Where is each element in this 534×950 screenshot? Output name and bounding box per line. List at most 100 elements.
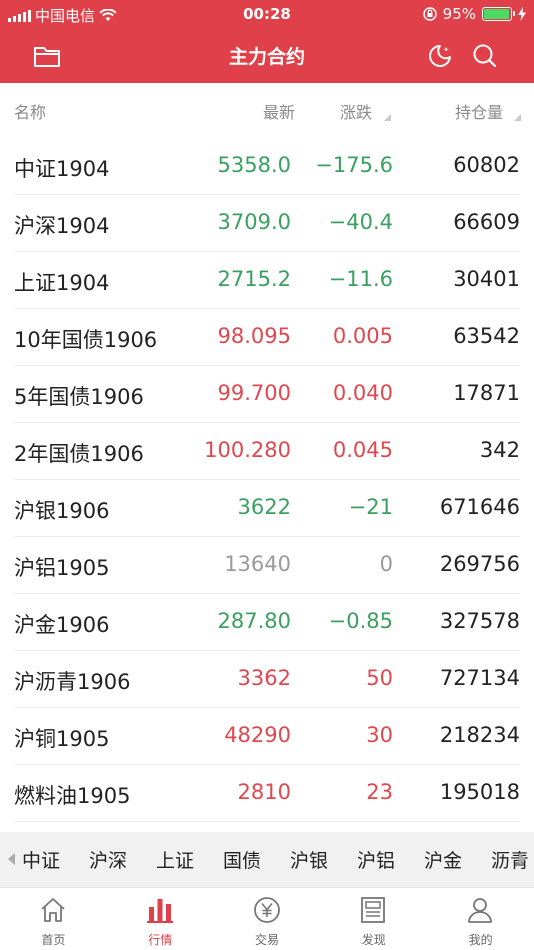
contract-row[interactable]: 2年国债1906 100.280 0.045 342 — [0, 423, 534, 480]
category-item[interactable]: 沪深 — [89, 846, 156, 873]
tab-discover[interactable]: 发现 — [320, 888, 427, 950]
search-icon[interactable] — [469, 40, 501, 72]
moon-icon[interactable] — [424, 40, 456, 72]
col-name-label[interactable]: 名称 — [14, 99, 46, 123]
category-item[interactable]: 国债 — [223, 846, 290, 873]
contract-open-interest: 269756 — [439, 552, 520, 576]
charging-icon — [518, 7, 526, 21]
category-item[interactable]: 沪铝 — [357, 846, 424, 873]
contract-open-interest: 60802 — [453, 153, 520, 177]
contract-change: 0.005 — [332, 324, 393, 348]
contract-change: −21 — [348, 495, 393, 519]
contract-price: 3622 — [237, 495, 291, 519]
contract-price: 48290 — [224, 723, 291, 747]
contract-name: 中证1904 — [14, 157, 110, 181]
contract-price: 3362 — [237, 666, 291, 690]
contract-row[interactable]: 沪铝1905 13640 0 269756 — [0, 537, 534, 594]
contract-list: 中证1904 5358.0 −175.6 60802 沪深1904 3709.0 −40.4… — [0, 138, 534, 822]
contract-price: 99.700 — [217, 381, 291, 405]
category-item[interactable]: 上证 — [156, 846, 223, 873]
contract-row[interactable]: 沪银1906 3622 −21 671646 — [0, 480, 534, 537]
contract-open-interest: 195018 — [439, 780, 520, 804]
contract-open-interest: 327578 — [439, 609, 520, 633]
contract-price: 13640 — [224, 552, 291, 576]
contract-row[interactable]: 沪深1904 3709.0 −40.4 66609 — [0, 195, 534, 252]
contract-open-interest: 63542 — [453, 324, 520, 348]
home-icon — [41, 898, 65, 922]
navbar: 主力合约 — [0, 28, 534, 83]
contract-open-interest: 17871 — [453, 381, 520, 405]
category-item[interactable]: 沪银 — [290, 846, 357, 873]
contract-change: −40.4 — [328, 210, 393, 234]
contract-name: 10年国债1906 — [14, 328, 158, 352]
tab-discover-label: 发现 — [361, 933, 386, 947]
battery-icon — [482, 7, 515, 21]
category-item[interactable]: 沪金 — [424, 846, 491, 873]
contract-open-interest: 218234 — [439, 723, 520, 747]
category-item[interactable]: 沥青 — [491, 846, 534, 873]
profile-icon — [468, 898, 493, 923]
contract-row[interactable]: 燃料油1905 2810 23 195018 — [0, 765, 534, 822]
status-right: 95% — [422, 5, 526, 23]
contract-price: 2810 — [237, 780, 291, 804]
tab-market[interactable]: 行情 — [107, 888, 214, 950]
tab-trade-label: 交易 — [254, 933, 279, 947]
contract-price: 287.80 — [217, 609, 291, 633]
contract-change: 30 — [366, 723, 393, 747]
market-chart-icon — [146, 899, 173, 923]
contract-name: 沪深1904 — [14, 214, 110, 238]
col-price-label[interactable]: 最新 — [263, 99, 295, 123]
header: 中国电信 00:28 95% 主力合约 — [0, 0, 534, 83]
contract-name: 燃料油1905 — [14, 784, 131, 808]
scroll-left-icon[interactable] — [8, 853, 15, 865]
col-change-label[interactable]: 涨跌 — [340, 99, 372, 123]
contract-row[interactable]: 上证1904 2715.2 −11.6 30401 — [0, 252, 534, 309]
contract-row[interactable]: 沪铜1905 48290 30 218234 — [0, 708, 534, 765]
contract-row[interactable]: 5年国债1906 99.700 0.040 17871 — [0, 366, 534, 423]
contract-price: 5358.0 — [217, 153, 291, 177]
contract-open-interest: 66609 — [453, 210, 520, 234]
tab-home-label: 首页 — [41, 933, 66, 947]
contract-change: 50 — [366, 666, 393, 690]
contract-name: 沪铝1905 — [14, 556, 110, 580]
contract-name: 5年国债1906 — [14, 385, 144, 409]
contract-open-interest: 671646 — [439, 495, 520, 519]
column-header: 名称 最新 涨跌 持仓量 — [0, 83, 534, 135]
contract-change: −175.6 — [315, 153, 393, 177]
contract-row[interactable]: 中证1904 5358.0 −175.6 60802 — [0, 138, 534, 195]
contract-price: 100.280 — [204, 438, 291, 462]
col-oi-label[interactable]: 持仓量 — [455, 99, 503, 123]
contract-open-interest: 30401 — [453, 267, 520, 291]
contract-name: 沪金1906 — [14, 613, 110, 637]
contract-change: 0.045 — [332, 438, 393, 462]
scroll-right-icon[interactable] — [519, 853, 526, 865]
tab-mine[interactable]: 我的 — [427, 888, 534, 950]
tab-trade[interactable]: 交易 — [214, 888, 321, 950]
tab-home[interactable]: 首页 — [0, 888, 107, 950]
contract-change: 0.040 — [332, 381, 393, 405]
news-icon — [361, 897, 386, 923]
yuan-coin-icon — [253, 897, 280, 923]
battery-percent: 95% — [442, 5, 476, 23]
contract-change: −0.85 — [328, 609, 393, 633]
contract-price: 3709.0 — [217, 210, 291, 234]
contract-open-interest: 342 — [479, 438, 520, 462]
contract-row[interactable]: 10年国债1906 98.095 0.005 63542 — [0, 309, 534, 366]
contract-change: −11.6 — [328, 267, 393, 291]
status-bar: 中国电信 00:28 95% — [0, 0, 534, 28]
contract-price: 98.095 — [217, 324, 291, 348]
contract-name: 沪沥青1906 — [14, 670, 131, 694]
contract-open-interest: 727134 — [439, 666, 520, 690]
category-items: 中证 沪深 上证 国债 沪银 沪铝 沪金 沥青 — [22, 846, 534, 873]
rotation-lock-icon — [422, 7, 437, 21]
tab-mine-label: 我的 — [468, 933, 493, 947]
contract-change: 0 — [379, 552, 393, 576]
contract-row[interactable]: 沪金1906 287.80 −0.85 327578 — [0, 594, 534, 651]
contract-name: 2年国债1906 — [14, 442, 144, 466]
oi-sort-icon[interactable] — [514, 114, 521, 121]
contract-row[interactable]: 沪沥青1906 3362 50 727134 — [0, 651, 534, 708]
category-item[interactable]: 中证 — [22, 846, 89, 873]
contract-change: 23 — [366, 780, 393, 804]
category-bar: 中证 沪深 上证 国债 沪银 沪铝 沪金 沥青 — [0, 832, 534, 887]
change-sort-icon[interactable] — [384, 114, 391, 121]
